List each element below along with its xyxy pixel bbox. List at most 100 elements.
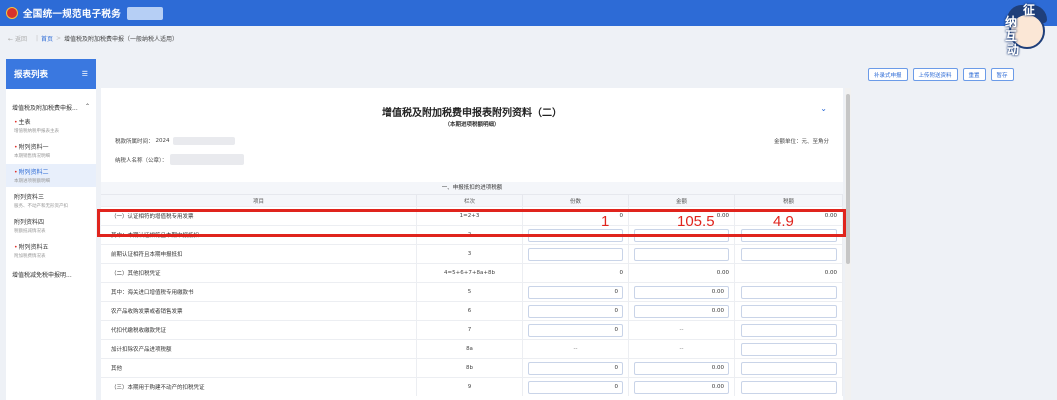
reset-button[interactable]: 重置	[962, 68, 986, 81]
action-bar: 补录式申报 上传附送资料 重置 暂存	[868, 68, 1014, 81]
count-value: 0	[619, 270, 624, 276]
sidebar-item-label: 主表	[18, 119, 31, 126]
tax-input[interactable]	[741, 304, 837, 318]
sidebar-header: 报表列表 ☰	[6, 59, 96, 89]
tax-input[interactable]	[741, 361, 837, 375]
count-input[interactable]: 0	[528, 304, 623, 318]
amount-input[interactable]: 0.00	[634, 380, 729, 394]
annotation-count: 1	[601, 213, 610, 230]
count-input[interactable]	[528, 247, 623, 261]
taxpayer-redacted	[170, 154, 245, 165]
tax-input[interactable]	[741, 380, 837, 394]
sidebar-item-attach1[interactable]: •附列资料一 本期销售情况明细	[6, 139, 96, 162]
table-row: 农产品收购发票或者销售发票 6 0 0.00	[101, 301, 843, 320]
sidebar-item-sub: 税额抵减情况表	[14, 229, 46, 234]
sidebar-item-sub: 本期进项税额明细	[14, 179, 50, 184]
highlight-box	[97, 209, 846, 237]
table-row: （三）本期用于购建不动产的扣税凭证 9 0 0.00	[101, 377, 843, 396]
breadcrumb-home[interactable]: 首页	[41, 34, 53, 43]
amount-input[interactable]: 0.00	[634, 285, 729, 299]
tax-input[interactable]	[741, 342, 837, 356]
col-header-count: 份数	[523, 195, 629, 206]
sidebar-item-label: 附列资料一	[18, 144, 49, 151]
amount-input[interactable]	[634, 247, 729, 261]
sidebar-item-main[interactable]: •主表 增值税纳税申报表主表	[6, 114, 96, 137]
mascot-char-4: 动	[1007, 43, 1020, 57]
count-input[interactable]: 0	[528, 285, 623, 299]
tax-value: 0.00	[824, 270, 837, 276]
save-draft-button[interactable]: 暂存	[990, 68, 1014, 81]
mascot-char-3: 互	[1005, 29, 1018, 43]
count-input[interactable]: 0	[528, 323, 623, 337]
sidebar-item-attach4[interactable]: 附列资料四 税额抵减情况表	[6, 214, 96, 237]
vertical-scrollbar[interactable]	[845, 88, 851, 400]
tax-input[interactable]	[741, 285, 837, 299]
row-item: （二）其他扣税凭证	[101, 264, 417, 282]
back-link[interactable]: ← 返回	[8, 34, 27, 43]
row-item: 加计扣除农产品进项税额	[101, 340, 417, 358]
period-redacted	[172, 137, 235, 145]
row-item: （三）本期用于购建不动产的扣税凭证	[101, 378, 417, 396]
row-item: 前期认证相符且本期申报抵扣	[101, 245, 417, 263]
supplement-declare-button[interactable]: 补录式申报	[868, 68, 908, 81]
taxpayer-name: 纳税人名称（公章）：	[115, 154, 245, 165]
form-panel: 增值税及附加税费申报表附列资料（二） ⌄ （本期进项税额明细） 税款所属时间： …	[101, 88, 843, 400]
tax-input[interactable]	[741, 323, 837, 337]
tax-emblem-icon	[6, 7, 18, 19]
row-column-no: 7	[417, 321, 523, 339]
row-column-no: 8b	[417, 359, 523, 377]
table-row: 前期认证相符且本期申报抵扣 3	[101, 244, 843, 263]
sidebar-item-label: 附列资料二	[18, 169, 49, 176]
row-item: 其中：海关进口增值税专用缴款书	[101, 283, 417, 301]
amount-na: --	[679, 346, 684, 352]
sidebar-item-sub: 附加税费情况表	[14, 254, 46, 259]
chevron-up-icon: ⌃	[84, 103, 90, 110]
app-title: 全国统一规范电子税务	[23, 9, 122, 20]
col-header-tax: 税额	[735, 195, 843, 206]
col-header-column: 栏次	[417, 195, 523, 206]
table-row: 代扣代缴税收缴款凭证 7 0 --	[101, 320, 843, 339]
sidebar-group[interactable]: 增值税及附加税费申报... ⌃	[6, 99, 96, 112]
count-input[interactable]: 0	[528, 361, 623, 375]
section-title: 一、申报抵扣的进项税额	[101, 182, 843, 194]
annotation-tax: 4.9	[773, 213, 794, 230]
form-title: 增值税及附加税费申报表附列资料（二）	[382, 108, 562, 119]
tax-period-value: 2024	[155, 138, 170, 144]
count-na: --	[573, 346, 578, 352]
amount-input[interactable]: 0.00	[634, 304, 729, 318]
sidebar-item-label: 附列资料四	[14, 219, 45, 226]
sidebar-item-attach5[interactable]: •附列资料五 附加税费情况表	[6, 239, 96, 262]
mascot-char-1: 征	[1023, 3, 1036, 17]
amount-value: 0.00	[716, 270, 729, 276]
breadcrumb-separator: >	[56, 34, 62, 42]
col-header-amount: 金额	[629, 195, 735, 206]
tax-input[interactable]	[741, 247, 837, 261]
annotation-amount: 105.5	[677, 213, 715, 230]
row-column-no: 9	[417, 378, 523, 396]
sidebar-item-label: 附列资料五	[18, 244, 49, 251]
row-column-no: 4=5+6+7+8a+8b	[417, 264, 523, 282]
table-row: 其中：海关进口增值税专用缴款书 5 0 0.00	[101, 282, 843, 301]
report-list-sidebar: 报表列表 ☰ 增值税及附加税费申报... ⌃ •主表 增值税纳税申报表主表 •附…	[6, 59, 96, 400]
tax-period-label: 税款所属时间：	[115, 139, 154, 145]
sidebar-item-attach3[interactable]: 附列资料三 服务、不动产和无形资产扣	[6, 189, 96, 212]
currency-unit: 金额单位：元、至角分	[773, 139, 829, 145]
chevron-down-icon[interactable]: ⌄	[820, 104, 827, 113]
tax-period: 税款所属时间： 2024	[115, 137, 235, 145]
collapse-icon[interactable]: ☰	[82, 70, 88, 78]
breadcrumb: ← 返回 | 首页 > 增值税及附加税费申报（一般纳税人适用）	[0, 26, 1000, 50]
sidebar-item-attach2[interactable]: •附列资料二 本期进项税额明细	[6, 164, 96, 187]
mascot-char-2: 纳	[1005, 15, 1018, 29]
row-column-no: 6	[417, 302, 523, 320]
sidebar-item-sub: 增值税纳税申报表主表	[14, 129, 59, 134]
count-input[interactable]: 0	[528, 380, 623, 394]
mascot-avatar[interactable]: 征 纳 互 动	[1005, 3, 1049, 59]
row-column-no: 5	[417, 283, 523, 301]
upload-attachment-button[interactable]: 上传附送资料	[912, 68, 958, 81]
amount-input[interactable]: 0.00	[634, 361, 729, 375]
row-item: 其他	[101, 359, 417, 377]
scrollbar-thumb[interactable]	[846, 94, 850, 264]
sidebar-item-vat-relief[interactable]: 增值税减免税申报明...	[6, 262, 96, 287]
table-row: （二）其他扣税凭证 4=5+6+7+8a+8b 0 0.00 0.00	[101, 263, 843, 282]
sidebar-item-sub: 本期销售情况明细	[14, 154, 50, 159]
